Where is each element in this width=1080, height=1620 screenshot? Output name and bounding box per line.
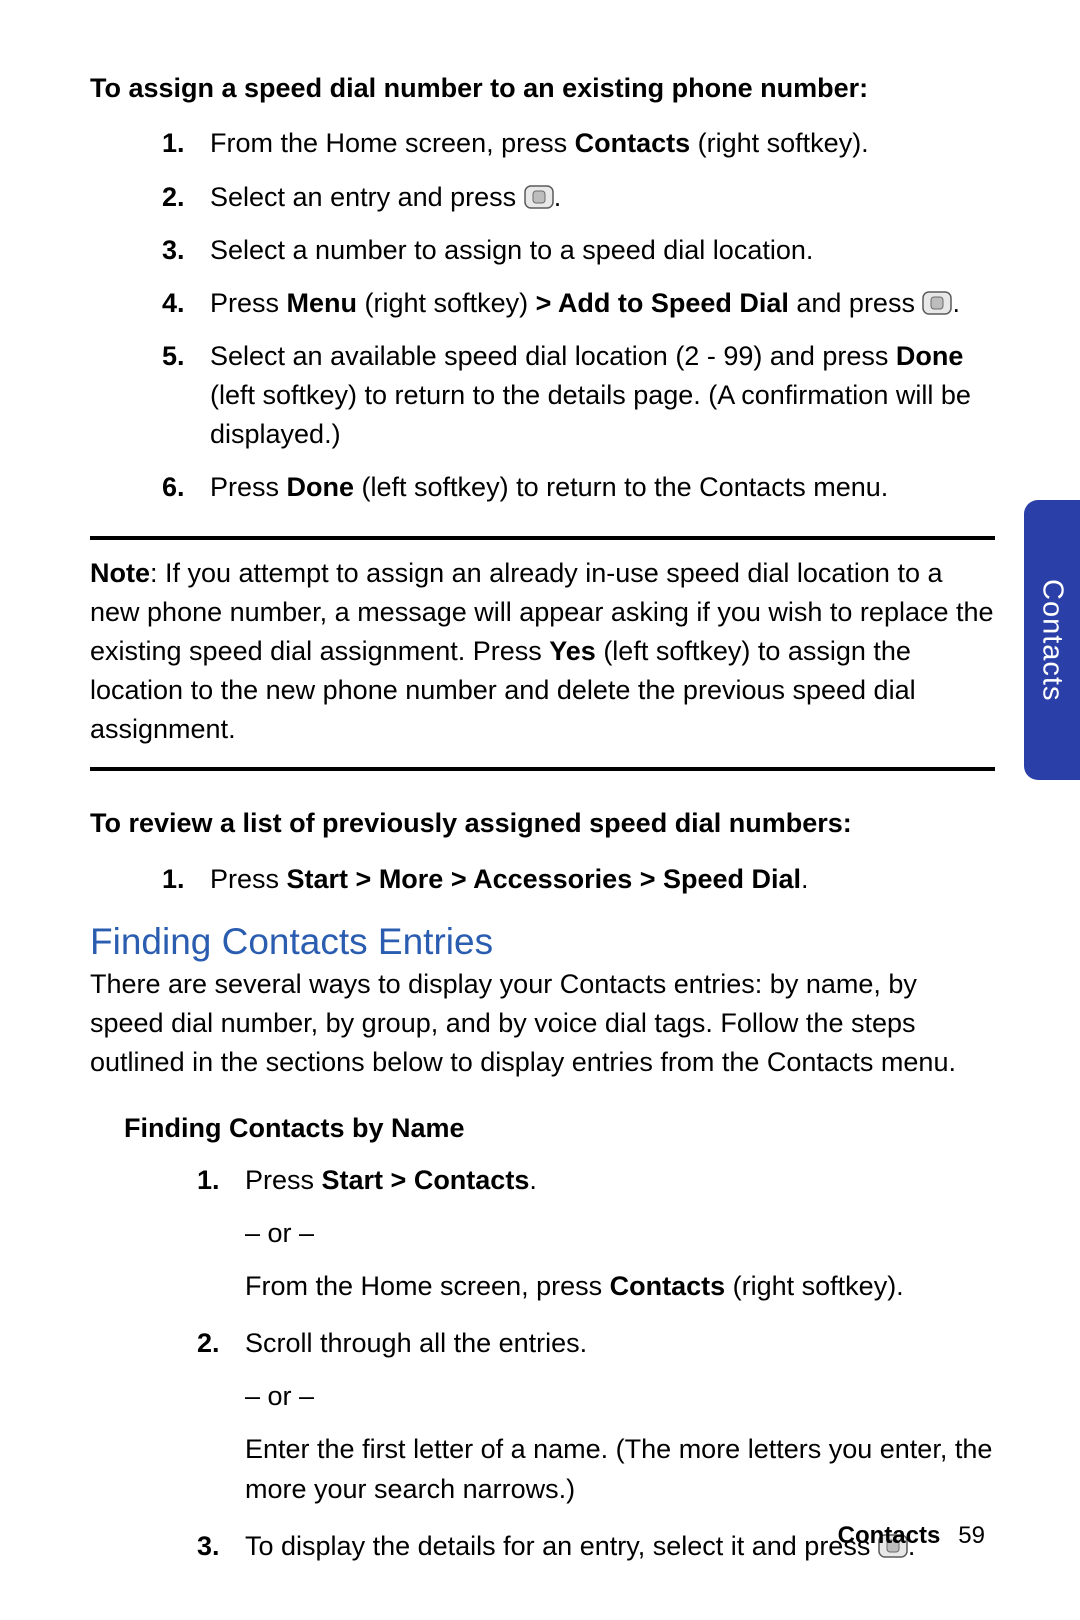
step-number: 2.: [162, 178, 185, 217]
text: and press: [789, 288, 923, 318]
text: Press: [210, 864, 287, 894]
step-number: 3.: [197, 1527, 220, 1566]
step-number: 6.: [162, 468, 185, 507]
text: .: [554, 182, 562, 212]
text: .: [801, 864, 809, 894]
text: To display the details for an entry, sel…: [245, 1531, 878, 1561]
text-bold: Contacts: [610, 1271, 726, 1301]
or-separator: – or –: [245, 1214, 995, 1253]
ok-key-icon: [922, 291, 952, 315]
step-number: 4.: [162, 284, 185, 323]
text-bold: > Add to Speed Dial: [536, 288, 789, 318]
text-bold: Done: [896, 341, 964, 371]
step-1: 1. From the Home screen, press Contacts …: [210, 124, 995, 163]
steps-review: 1. Press Start > More > Accessories > Sp…: [90, 860, 995, 899]
text: Select an entry and press: [210, 182, 524, 212]
section-tab-contacts: Contacts: [1024, 500, 1080, 780]
heading-finding-by-name: Finding Contacts by Name: [124, 1110, 995, 1146]
ok-key-icon: [524, 185, 554, 209]
section-body: There are several ways to display your C…: [90, 965, 995, 1082]
text: (left softkey) to return to the details …: [210, 380, 971, 449]
step-3: 3. Select a number to assign to a speed …: [210, 231, 995, 270]
text: Select an available speed dial location …: [210, 341, 896, 371]
text: From the Home screen, press: [245, 1271, 610, 1301]
step-1: 1. Press Start > More > Accessories > Sp…: [210, 860, 995, 899]
heading-review-speed-dial: To review a list of previously assigned …: [90, 805, 995, 841]
text: (right softkey): [357, 288, 536, 318]
note-label: Note: [90, 558, 150, 588]
step-number: 1.: [197, 1161, 220, 1200]
alt-step: Enter the first letter of a name. (The m…: [245, 1430, 995, 1508]
text-bold: Start > Contacts: [322, 1165, 530, 1195]
text-bold: Yes: [549, 636, 596, 666]
page-number: 59: [958, 1522, 985, 1549]
text: .: [529, 1165, 537, 1195]
text: Press: [245, 1165, 322, 1195]
text: Scroll through all the entries.: [245, 1328, 587, 1358]
text: (right softkey).: [725, 1271, 904, 1301]
divider: [90, 767, 995, 771]
step-number: 2.: [197, 1324, 220, 1363]
step-number: 5.: [162, 337, 185, 376]
or-separator: – or –: [245, 1377, 995, 1416]
steps-find-by-name: 1. Press Start > Contacts. – or – From t…: [90, 1161, 995, 1566]
footer-section: Contacts: [838, 1522, 941, 1549]
steps-assign: 1. From the Home screen, press Contacts …: [90, 124, 995, 507]
step-number: 3.: [162, 231, 185, 270]
text-bold: Done: [287, 472, 355, 502]
text-bold: Contacts: [575, 128, 691, 158]
text: Select a number to assign to a speed dia…: [210, 235, 813, 265]
page-content: To assign a speed dial number to an exis…: [0, 0, 1080, 1566]
text: From the Home screen, press: [210, 128, 575, 158]
page-footer: Contacts 59: [838, 1522, 985, 1550]
alt-step: From the Home screen, press Contacts (ri…: [245, 1267, 995, 1306]
step-4: 4. Press Menu (right softkey) > Add to S…: [210, 284, 995, 323]
text: Press: [210, 472, 287, 502]
step-1: 1. Press Start > Contacts. – or – From t…: [245, 1161, 995, 1306]
text-bold: Start > More > Accessories > Speed Dial: [287, 864, 802, 894]
text: (right softkey).: [690, 128, 869, 158]
text: .: [952, 288, 960, 318]
section-title-finding-contacts: Finding Contacts Entries: [90, 921, 995, 963]
step-number: 1.: [162, 860, 185, 899]
text: Press: [210, 288, 287, 318]
step-5: 5. Select an available speed dial locati…: [210, 337, 995, 454]
step-number: 1.: [162, 124, 185, 163]
heading-assign-speed-dial: To assign a speed dial number to an exis…: [90, 70, 995, 106]
step-6: 6. Press Done (left softkey) to return t…: [210, 468, 995, 507]
text-bold: Menu: [287, 288, 358, 318]
step-2: 2. Select an entry and press .: [210, 178, 995, 217]
step-2: 2. Scroll through all the entries. – or …: [245, 1324, 995, 1509]
note-block: Note: If you attempt to assign an alread…: [90, 554, 995, 750]
text: (left softkey) to return to the Contacts…: [354, 472, 888, 502]
divider: [90, 536, 995, 540]
